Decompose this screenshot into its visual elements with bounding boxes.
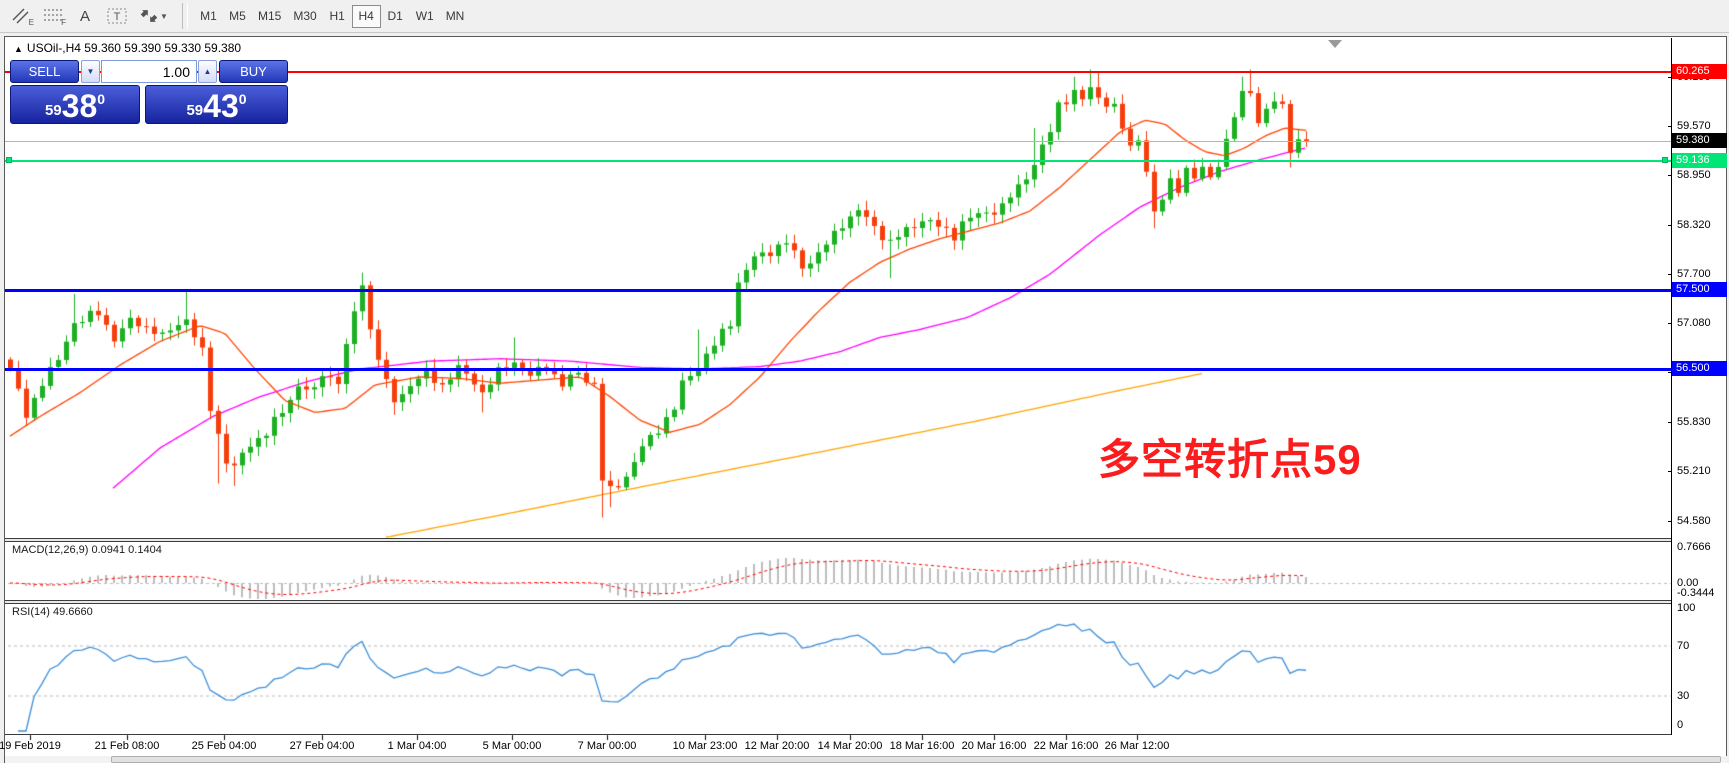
spin-down-icon: ▼ [87,67,95,76]
rsi-axis-label: 100 [1677,602,1695,614]
price-tick-mark [1668,175,1672,176]
price-tick-mark [1668,471,1672,472]
volume-decrease-button[interactable]: ▼ [81,60,100,83]
spin-up-icon: ▲ [204,67,212,76]
time-axis-label: 25 Feb 04:00 [192,740,257,752]
macd-axis-label: -0.3444 [1677,587,1714,599]
buy-price-prefix: 59 [186,102,203,119]
current-price-line[interactable] [5,141,1671,142]
hline-handle-icon[interactable] [6,157,12,163]
timeframe-button-mn[interactable]: MN [440,5,471,28]
timeframe-button-m30[interactable]: M30 [287,5,322,28]
pivot-line-lower[interactable] [5,368,1671,371]
pivot-line-upper-badge: 57.500 [1672,282,1727,297]
sell-button[interactable]: SELL [10,60,79,83]
toolbar: E F A T ▼ M1M5M15M30H1H4D1W1MN [0,0,1729,33]
time-axis-label: 20 Mar 16:00 [962,740,1027,752]
label-icon[interactable]: T [102,4,132,28]
fibonacci-icon[interactable]: F [38,4,68,28]
timeframe-group: M1M5M15M30H1H4D1W1MN [194,5,470,28]
chart-shift-marker-icon[interactable] [1328,40,1342,48]
price-tick-mark [1668,126,1672,127]
text-icon[interactable]: A [70,4,100,28]
timeframe-button-w1[interactable]: W1 [410,5,440,28]
price-tick-mark [1668,323,1672,324]
symbol-title-text: USOil-,H4 59.360 59.390 59.330 59.380 [27,41,241,55]
timeframe-button-m5[interactable]: M5 [223,5,252,28]
buy-price-box[interactable]: 59430 [145,85,288,124]
price-tick-label: 58.950 [1677,169,1711,181]
rsi-axis-label: 0 [1677,719,1683,731]
price-tick-label: 55.210 [1677,465,1711,477]
rsi-panel-splitter[interactable] [5,600,1671,604]
up-triangle-icon: ▲ [14,44,23,54]
price-tick-label: 57.080 [1677,317,1711,329]
timeframe-button-m15[interactable]: M15 [252,5,287,28]
support-line-green-badge: 59.136 [1672,153,1727,168]
price-tick-mark [1668,521,1672,522]
chevron-down-icon[interactable]: ▼ [160,12,168,21]
rsi-label: RSI(14) 49.6660 [12,606,93,618]
arrows-icon[interactable]: ▼ [134,4,174,28]
current-price-line-badge: 59.380 [1672,133,1727,148]
sell-button-label: SELL [29,64,61,79]
sell-price-prefix: 59 [45,102,62,119]
time-axis-label: 18 Mar 16:00 [890,740,955,752]
time-axis-label: 14 Mar 20:00 [818,740,883,752]
toolbar-separator [182,3,188,29]
time-axis-label: 5 Mar 00:00 [483,740,542,752]
time-axis-label: 22 Mar 16:00 [1034,740,1099,752]
price-tick-label: 57.700 [1677,268,1711,280]
price-tick-label: 59.570 [1677,120,1711,132]
buy-button-label: BUY [240,64,267,79]
price-tick-mark [1668,225,1672,226]
symbol-title: ▲ USOil-,H4 59.360 59.390 59.330 59.380 [14,41,241,55]
volume-input[interactable] [101,60,197,83]
sell-price-sup: 0 [97,91,105,107]
one-click-trading-panel: SELL ▼ ▲ BUY 59380 59430 [10,58,288,124]
scrollbar-thumb[interactable] [111,756,1721,763]
time-axis-label: 10 Mar 23:00 [673,740,738,752]
time-axis-label: 27 Feb 04:00 [290,740,355,752]
sell-price-box[interactable]: 59380 [10,85,140,124]
icon-sub-e: E [29,18,34,27]
price-tick-mark [1668,274,1672,275]
buy-button[interactable]: BUY [219,60,288,83]
rsi-axis-label: 70 [1677,640,1689,652]
timeframe-button-m1[interactable]: M1 [194,5,223,28]
price-tick-label: 54.580 [1677,515,1711,527]
svg-text:T: T [114,11,121,23]
timeframe-button-h1[interactable]: H1 [323,5,352,28]
annotation-text: 多空转折点59 [1098,426,1362,487]
horizontal-scrollbar[interactable] [5,756,1727,763]
price-tick-mark [1668,422,1672,423]
rsi-axis-label: 30 [1677,690,1689,702]
price-tick-label: 58.320 [1677,219,1711,231]
time-axis-label: 12 Mar 20:00 [745,740,810,752]
macd-panel-splitter[interactable] [5,538,1671,542]
price-chart-canvas[interactable] [8,38,1671,755]
time-axis-label: 7 Mar 00:00 [578,740,637,752]
time-axis-label: 19 Feb 2019 [0,740,61,752]
buy-price-sup: 0 [239,91,247,107]
date-axis-border [5,734,1671,737]
timeframe-button-d1[interactable]: D1 [381,5,410,28]
macd-label: MACD(12,26,9) 0.0941 0.1404 [12,544,162,556]
hline-handle-icon[interactable] [1662,157,1668,163]
equidistant-channel-icon[interactable]: E [6,4,36,28]
sell-price-big: 38 [62,89,98,123]
pivot-line-lower-badge: 56.500 [1672,361,1727,376]
icon-sub-f: F [61,18,66,27]
buy-price-big: 43 [203,89,239,123]
time-axis-label: 26 Mar 12:00 [1105,740,1170,752]
volume-increase-button[interactable]: ▲ [198,60,217,83]
price-tick-label: 55.830 [1677,416,1711,428]
resistance-line-badge: 60.265 [1672,64,1727,79]
pivot-line-upper[interactable] [5,289,1671,292]
support-line-green[interactable] [5,160,1671,162]
timeframe-button-h4[interactable]: H4 [352,5,381,28]
macd-axis-label: 0.7666 [1677,541,1711,553]
time-axis-label: 21 Feb 08:00 [95,740,160,752]
time-axis-label: 1 Mar 04:00 [388,740,447,752]
